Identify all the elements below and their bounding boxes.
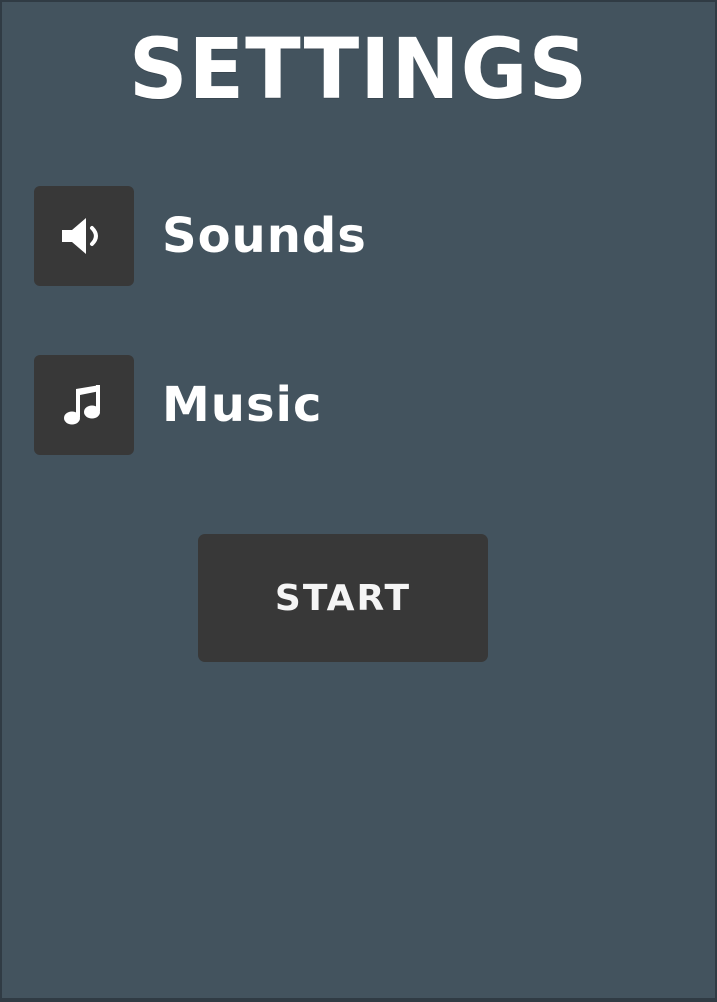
music-toggle-button[interactable]: [34, 355, 134, 455]
page-title: SETTINGS: [128, 20, 589, 118]
start-button[interactable]: START: [198, 534, 488, 662]
music-note-icon: [64, 385, 100, 425]
sounds-setting-row: Sounds: [34, 186, 367, 286]
sounds-label: Sounds: [162, 208, 367, 264]
speaker-icon: [62, 218, 98, 254]
music-setting-row: Music: [34, 355, 322, 455]
music-label: Music: [162, 377, 323, 433]
settings-screen: SETTINGS Sounds Music START: [2, 2, 715, 998]
start-button-label: START: [274, 577, 412, 619]
sounds-toggle-button[interactable]: [34, 186, 134, 286]
